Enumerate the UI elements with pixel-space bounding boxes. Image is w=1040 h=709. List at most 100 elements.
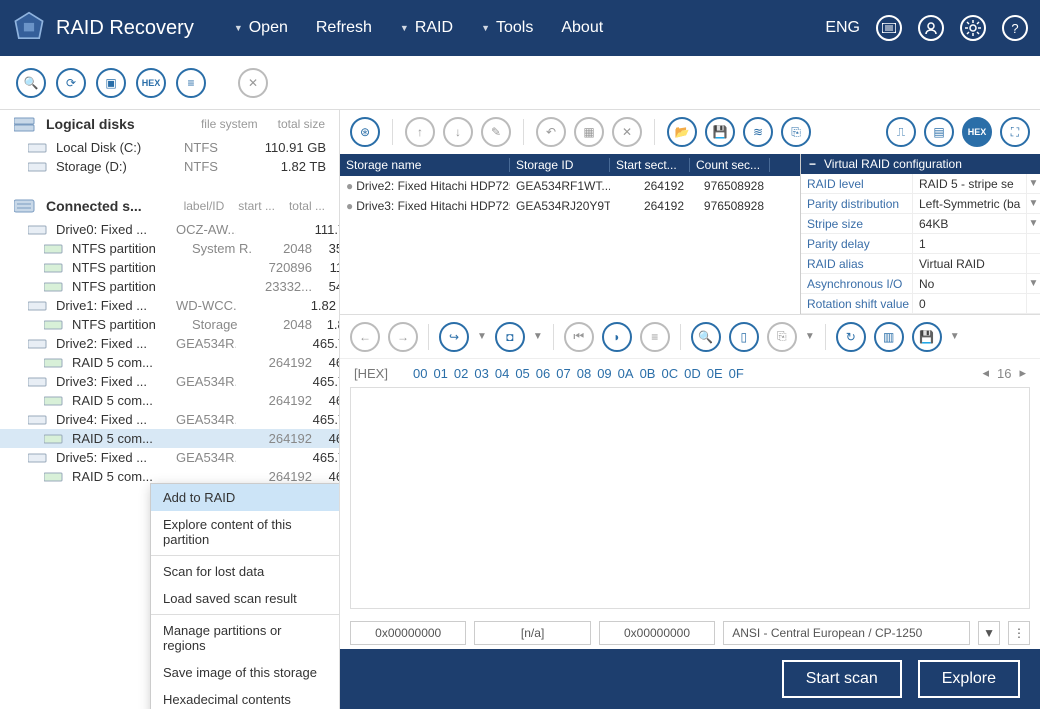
drive-icon (44, 432, 64, 446)
app-title: RAID Recovery (56, 17, 194, 40)
start-scan-button[interactable]: Start scan (782, 660, 902, 698)
view-icon[interactable] (876, 15, 902, 41)
connected-row[interactable]: NTFS partitionSystem R...2048350.0... (0, 239, 339, 258)
nav-back-icon[interactable]: ← (350, 322, 380, 352)
cfg-row[interactable]: Rotation shift value0 (801, 294, 1040, 314)
layers-icon[interactable]: ≋ (743, 117, 773, 147)
menu-about[interactable]: About (561, 19, 603, 37)
language-selector[interactable]: ENG (825, 19, 860, 37)
expand-icon[interactable]: ⛶ (1000, 117, 1030, 147)
menu-raid[interactable]: ▼RAID (400, 19, 453, 37)
bookmark-icon[interactable]: ◘ (495, 322, 525, 352)
cfg-row[interactable]: Stripe size64KB▼ (801, 214, 1040, 234)
reload-icon[interactable]: ↻ (836, 322, 866, 352)
connected-row[interactable]: Drive3: Fixed ...GEA534R...465.7... (0, 372, 339, 391)
raid-config-panel: −Virtual RAID configuration RAID levelRA… (800, 154, 1040, 314)
hex-icon[interactable]: HEX (136, 68, 166, 98)
chart-icon[interactable]: ▤ (924, 117, 954, 147)
drive-icon (28, 299, 48, 313)
export-icon[interactable]: ⎘ (781, 117, 811, 147)
connected-row[interactable]: Drive0: Fixed ...OCZ-AW...111.7... (0, 220, 339, 239)
open-folder-icon[interactable]: 📂 (667, 117, 697, 147)
drive-icon (44, 470, 64, 484)
undo-icon[interactable]: ↶ (536, 117, 566, 147)
ctx-item[interactable]: Save image of this storage (151, 659, 339, 686)
tag-icon[interactable]: ◗ (602, 322, 632, 352)
settings-icon[interactable] (960, 15, 986, 41)
connected-row[interactable]: NTFS partition720896110.9... (0, 258, 339, 277)
close-icon[interactable]: ✕ (238, 68, 268, 98)
ctx-item[interactable]: Load saved scan result (151, 585, 339, 612)
help-icon[interactable]: ? (1002, 15, 1028, 41)
drive-icon (44, 280, 64, 294)
save2-icon[interactable]: 💾 (912, 322, 942, 352)
ctx-item[interactable]: Explore content of this partition (151, 511, 339, 553)
list-icon[interactable]: ≡ (176, 68, 206, 98)
connected-row[interactable]: NTFS partitionStorage20481.82 TB (0, 315, 339, 334)
status-more-icon[interactable]: ⋮ (1008, 621, 1030, 645)
drive-icon (44, 394, 64, 408)
hex-header-line: [HEX] 000102030405060708090A0B0C0D0E0F ◂… (340, 359, 1040, 387)
layout-icon[interactable]: ▯ (729, 322, 759, 352)
raid-build-icon[interactable]: ⊛ (350, 117, 380, 147)
drive-icon (28, 413, 48, 427)
move-up-icon[interactable]: ↑ (405, 117, 435, 147)
move-down-icon[interactable]: ↓ (443, 117, 473, 147)
logical-disks-header: Logical disks file systemtotal size (0, 110, 339, 138)
nav-fwd-icon[interactable]: → (388, 322, 418, 352)
jump-icon[interactable]: ↪ (439, 322, 469, 352)
content-area: ⊛ ↑ ↓ ✎ ↶ ▦ ✕ 📂 💾 ≋ ⎘ ⎍ ▤ HEX ⛶ St (340, 110, 1040, 709)
cfg-row[interactable]: Asynchronous I/ONo▼ (801, 274, 1040, 294)
connected-row[interactable]: RAID 5 com...264192465.6... (0, 391, 339, 410)
hex-viewer[interactable] (350, 387, 1030, 609)
find-icon[interactable]: 🔍 (691, 322, 721, 352)
cfg-row[interactable]: RAID levelRAID 5 - stripe se▼ (801, 174, 1040, 194)
ctx-item[interactable]: Add to RAID (151, 484, 339, 511)
list2-icon[interactable]: ≡ (640, 322, 670, 352)
scan-icon[interactable]: ⟳ (56, 68, 86, 98)
disk-section-icon (14, 116, 36, 132)
logical-disk-row[interactable]: Storage (D:)NTFS1.82 TB (0, 157, 339, 176)
cols-icon[interactable]: ▥ (874, 322, 904, 352)
storage-row[interactable]: ●Drive2: Fixed Hitachi HDP7250...GEA534R… (340, 176, 800, 196)
cfg-row[interactable]: RAID aliasVirtual RAID (801, 254, 1040, 274)
user-icon[interactable] (918, 15, 944, 41)
connected-section-icon (14, 198, 36, 214)
width-right-icon[interactable]: ▸ (1019, 365, 1026, 381)
connected-row[interactable]: NTFS partition23332...545.0... (0, 277, 339, 296)
activity-icon[interactable]: ⎍ (886, 117, 916, 147)
connected-row[interactable]: Drive5: Fixed ...GEA534R...465.7... (0, 448, 339, 467)
drive-icon (44, 242, 64, 256)
menu-tools[interactable]: ▼Tools (481, 19, 533, 37)
status-codepage[interactable]: ANSI - Central European / CP-1250 (723, 621, 970, 645)
connected-row[interactable]: RAID 5 com...264192465.6... (0, 353, 339, 372)
box-icon[interactable]: ▣ (96, 68, 126, 98)
menu-refresh[interactable]: Refresh (316, 19, 372, 37)
connected-row[interactable]: RAID 5 com...264192465.6... (0, 429, 339, 448)
menu-open[interactable]: ▼Open (234, 19, 288, 37)
app-header: RAID Recovery ▼Open Refresh ▼RAID ▼Tools Abo… (0, 0, 1040, 56)
cfg-row[interactable]: Parity distributionLeft-Symmetric (ba▼ (801, 194, 1040, 214)
ctx-item[interactable]: Manage partitions or regions (151, 617, 339, 659)
logical-disk-row[interactable]: Local Disk (C:)NTFS110.91 GB (0, 138, 339, 157)
edit-icon[interactable]: ✎ (481, 117, 511, 147)
save-disk-icon[interactable]: 💾 (705, 117, 735, 147)
storage-row[interactable]: ●Drive3: Fixed Hitachi HDP7250...GEA534R… (340, 196, 800, 216)
width-left-icon[interactable]: ◂ (982, 365, 989, 381)
search-icon[interactable]: 🔍 (16, 68, 46, 98)
cfg-row[interactable]: Parity delay1 (801, 234, 1040, 254)
ctx-item[interactable]: Hexadecimal contents (151, 686, 339, 709)
hex-mode-icon[interactable]: HEX (962, 117, 992, 147)
disk-icon (28, 141, 48, 155)
remove-icon[interactable]: ✕ (612, 117, 642, 147)
explore-button[interactable]: Explore (918, 660, 1020, 698)
connected-row[interactable]: Drive4: Fixed ...GEA534R...465.7... (0, 410, 339, 429)
ctx-item[interactable]: Scan for lost data (151, 558, 339, 585)
connected-row[interactable]: Drive1: Fixed ...WD-WCC...1.82 TB (0, 296, 339, 315)
codepage-dropdown-icon[interactable]: ▼ (978, 621, 1000, 645)
connected-row[interactable]: Drive2: Fixed ...GEA534R...465.7... (0, 334, 339, 353)
grid-icon[interactable]: ▦ (574, 117, 604, 147)
rewind-icon[interactable]: ⏮ (564, 322, 594, 352)
copy-icon[interactable]: ⎘ (767, 322, 797, 352)
app-logo-icon (12, 11, 46, 45)
